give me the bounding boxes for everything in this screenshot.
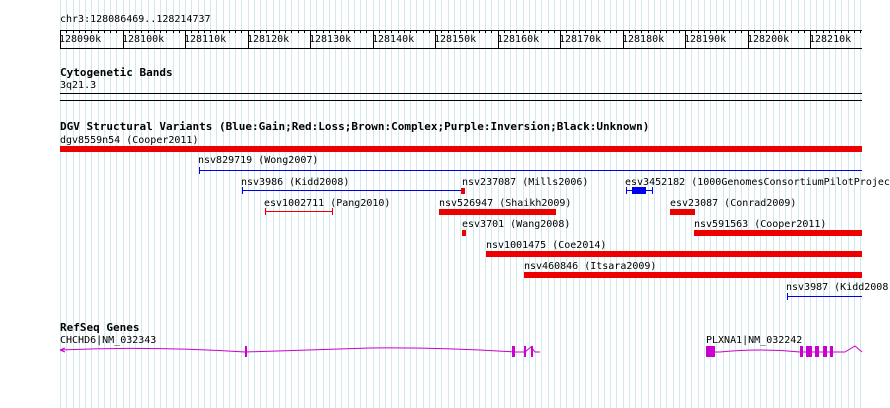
gene-exon[interactable]	[830, 346, 833, 357]
gene-exon[interactable]	[706, 346, 715, 357]
gene-exon[interactable]	[823, 346, 827, 357]
gene-model-plxna1	[706, 345, 863, 353]
genome-browser-view: chr3:128086469..128214737 128090k 128100k…	[0, 0, 890, 408]
gene-exon[interactable]	[815, 346, 819, 357]
gene-exon[interactable]	[800, 346, 803, 357]
gene-exon[interactable]	[806, 346, 812, 357]
